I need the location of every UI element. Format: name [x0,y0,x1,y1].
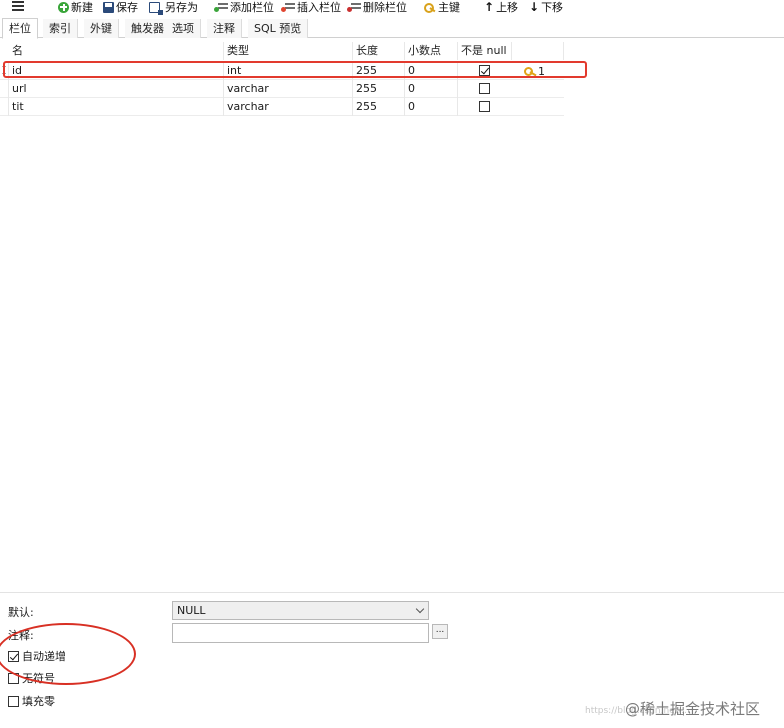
default-select[interactable]: NULL [172,601,429,620]
delete-field-label: 删除栏位 [363,1,407,14]
move-up-label: 上移 [496,1,519,14]
default-label: 默认: [8,606,34,619]
arrow-up-icon: ↑ [484,0,495,14]
arrow-down-icon: ↓ [529,0,540,14]
plus-circle-icon [58,1,69,13]
column-header-not-null[interactable]: 不是 null [458,42,512,60]
watermark: @稀土掘金技术社区 [624,700,760,718]
field-type-cell[interactable]: varchar [224,80,353,98]
default-select-value: NULL [177,604,206,617]
zerofill-label: 填充零 [22,695,55,708]
insert-field-button[interactable]: 插入栏位 [281,0,341,14]
row-marker [0,80,9,98]
primary-key-label: 主键 [438,1,460,14]
insert-field-icon [281,2,295,13]
tab-bar: 栏位 索引 外键 触发器 选项 注释 SQL 预览 [0,18,784,39]
insert-field-label: 插入栏位 [297,1,341,14]
column-header-key [512,42,564,60]
chevron-down-icon [415,604,425,614]
row-highlight-annotation [3,61,587,78]
add-field-label: 添加栏位 [230,1,274,14]
table-row[interactable]: url varchar 255 0 [0,80,564,98]
save-as-label: 另存为 [165,1,198,14]
floppy-disk-icon [103,1,114,13]
save-label: 保存 [116,1,138,14]
comment-more-button[interactable]: ... [432,624,448,639]
field-decimals-cell[interactable]: 0 [405,80,458,98]
field-name-cell[interactable]: url [9,80,224,98]
save-as-button[interactable]: 另存为 [149,0,198,15]
save-button[interactable]: 保存 [103,0,138,14]
comment-input[interactable] [172,623,429,643]
not-null-checkbox[interactable] [479,83,490,94]
tab-foreign-keys[interactable]: 外键 [84,19,119,38]
delete-field-icon [347,2,361,13]
delete-field-button[interactable]: 删除栏位 [347,0,407,14]
column-header-length[interactable]: 长度 [353,42,405,60]
grid-header: 名 类型 长度 小数点 不是 null [0,42,564,60]
primary-key-button[interactable]: 主键 [424,0,460,14]
save-as-icon [149,1,163,15]
add-field-icon [214,2,228,13]
column-header-decimals[interactable]: 小数点 [405,42,458,60]
tab-sql-preview[interactable]: SQL 预览 [248,19,309,38]
tab-fields[interactable]: 栏位 [2,18,38,39]
column-header-type[interactable]: 类型 [224,42,353,60]
field-length-cell[interactable]: 255 [353,80,405,98]
not-null-checkbox[interactable] [479,101,490,112]
panel-divider [0,592,784,593]
toolbar: 新建 保存 另存为 添加栏位 插入栏位 删除栏位 主键 ↑ 上移 ↓ 下移 [0,0,784,16]
move-up-button[interactable]: ↑ 上移 [484,0,519,15]
menu-icon[interactable] [12,0,24,12]
field-type-cell[interactable]: varchar [224,98,353,116]
move-down-label: 下移 [541,1,564,14]
move-down-button[interactable]: ↓ 下移 [529,0,564,15]
zerofill-checkbox[interactable] [8,695,19,707]
add-field-button[interactable]: 添加栏位 [214,0,274,14]
field-length-cell[interactable]: 255 [353,98,405,116]
field-decimals-cell[interactable]: 0 [405,98,458,116]
column-header-name[interactable]: 名 [9,42,224,60]
key-icon [424,2,436,13]
circle-annotation [0,623,136,685]
table-row[interactable]: tit varchar 255 0 [0,98,564,116]
tab-triggers[interactable]: 触发器 [125,19,171,38]
tab-options[interactable]: 选项 [166,19,201,38]
tab-comments[interactable]: 注释 [207,19,242,38]
tab-indexes[interactable]: 索引 [43,19,78,38]
row-marker [0,98,9,116]
field-name-cell[interactable]: tit [9,98,224,116]
new-label: 新建 [71,1,93,14]
new-button[interactable]: 新建 [58,0,93,14]
zerofill-option[interactable]: 填充零 [8,693,55,709]
